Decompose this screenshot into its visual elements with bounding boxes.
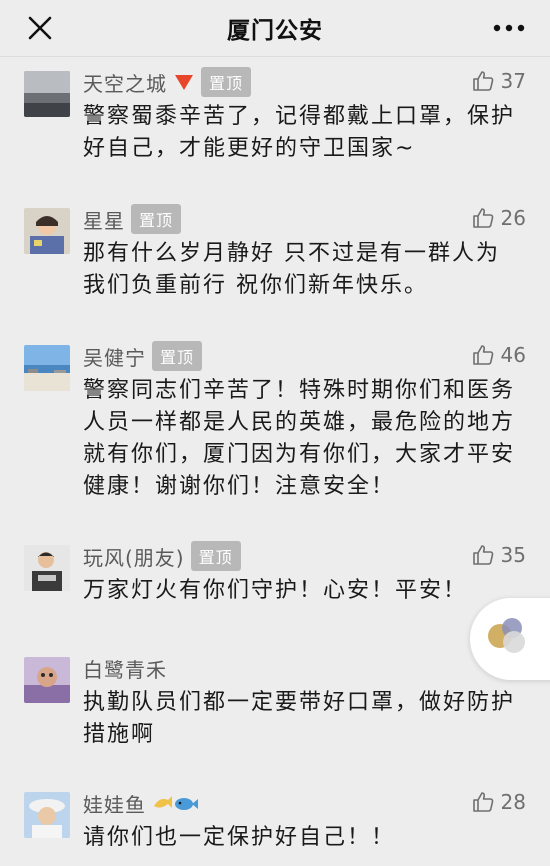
comment-author[interactable]: 白鹭青禾 bbox=[83, 654, 167, 683]
comment-text: 警察蜀黍辛苦了，记得都戴上口罩，保护好自己，才能更好的守卫国家~ bbox=[83, 104, 516, 161]
avatar[interactable] bbox=[24, 345, 70, 391]
avatar[interactable] bbox=[24, 545, 70, 591]
name-row: 天空之城 置顶 bbox=[83, 67, 252, 97]
pinned-badge: 置顶 bbox=[201, 67, 252, 97]
like-count: 26 bbox=[500, 206, 526, 230]
comment-text: 万家灯火有你们守护！心安！平安！ bbox=[83, 578, 468, 603]
avatar[interactable] bbox=[24, 71, 70, 117]
comment-text: 警察同志们辛苦了！特殊时期你们和医务人员一样都是人民的英雄，最危险的地方就有你们… bbox=[83, 378, 516, 499]
comment-list: 天空之城 置顶 37 警察蜀黍辛苦了，记得都戴上口罩，保护好自己，才能更好的守卫… bbox=[0, 57, 550, 866]
pinned-badge: 置顶 bbox=[131, 204, 182, 234]
floating-window-button[interactable] bbox=[470, 598, 550, 680]
fish-emoji bbox=[152, 792, 198, 814]
comment-item: 天空之城 置顶 37 警察蜀黍辛苦了，记得都戴上口罩，保护好自己，才能更好的守卫… bbox=[0, 57, 550, 194]
comment-text: 执勤队员们都一定要带好口罩，做好防护措施啊 bbox=[83, 690, 516, 747]
like-button[interactable]: 28 bbox=[471, 790, 526, 814]
more-dots-icon[interactable] bbox=[492, 14, 526, 42]
comment-item: 吴健宁 置顶 46 警察同志们辛苦了！特殊时期你们和医务人员一样都是人民的英雄，… bbox=[0, 331, 550, 531]
like-count: 37 bbox=[500, 69, 526, 93]
comment-item: 白鹭青禾 执勤队员们都一定要带好口罩，做好防护措施啊 bbox=[0, 643, 550, 778]
name-row: 吴健宁 置顶 bbox=[83, 341, 203, 371]
red-triangle-emoji bbox=[173, 71, 195, 93]
name-row: 玩风(朋友) 置顶 bbox=[83, 541, 241, 571]
thumbs-up-icon bbox=[472, 545, 493, 565]
name-row: 星星 置顶 bbox=[83, 204, 182, 234]
name-row: 白鹭青禾 bbox=[83, 653, 167, 683]
like-count: 28 bbox=[500, 790, 526, 814]
name-row: 娃娃鱼 bbox=[83, 788, 198, 818]
like-count: 46 bbox=[500, 343, 526, 367]
pinned-badge: 置顶 bbox=[190, 541, 241, 571]
comment-text: 那有什么岁月静好 只不过是有一群人为我们负重前行 祝你们新年快乐。 bbox=[83, 241, 500, 298]
like-button[interactable]: 35 bbox=[471, 543, 526, 567]
comment-item: 星星 置顶 26 那有什么岁月静好 只不过是有一群人为我们负重前行 祝你们新年快… bbox=[0, 194, 550, 331]
comment-author[interactable]: 玩风(朋友) bbox=[83, 542, 185, 571]
avatar[interactable] bbox=[24, 208, 70, 254]
pinned-badge: 置顶 bbox=[152, 341, 203, 371]
like-button[interactable]: 37 bbox=[471, 69, 526, 93]
comment-author[interactable]: 天空之城 bbox=[83, 68, 167, 97]
comment-text: 请你们也一定保护好自己！！ bbox=[83, 825, 396, 850]
like-count: 35 bbox=[500, 543, 526, 567]
thumbs-up-icon bbox=[472, 208, 493, 228]
comment-item: 玩风(朋友) 置顶 35 万家灯火有你们守护！心安！平安！ bbox=[0, 531, 550, 643]
like-button[interactable]: 46 bbox=[471, 343, 526, 367]
comment-author[interactable]: 星星 bbox=[83, 205, 125, 234]
avatar[interactable] bbox=[24, 657, 70, 703]
thumbs-up-icon bbox=[472, 345, 493, 365]
like-button[interactable]: 26 bbox=[471, 206, 526, 230]
comment-author[interactable]: 娃娃鱼 bbox=[83, 789, 146, 818]
avatar[interactable] bbox=[24, 792, 70, 838]
page-title: 厦门公安 bbox=[227, 18, 323, 44]
thumbs-up-icon bbox=[472, 792, 493, 812]
comment-item: 娃娃鱼 28 请你们也一定保护好自己！！ bbox=[0, 778, 550, 866]
thumbs-up-icon bbox=[472, 71, 493, 91]
comment-author[interactable]: 吴健宁 bbox=[83, 342, 146, 371]
top-bar: 厦门公安 bbox=[0, 0, 550, 57]
